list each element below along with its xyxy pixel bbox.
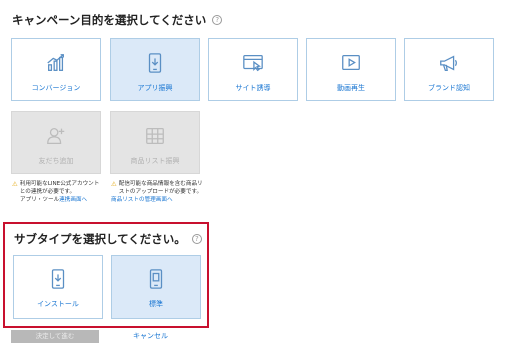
friend-add-notice: ⚠ 利用可能なLINE公式アカウントとの連携が必要です。 アプリ・ツール連携画面… <box>12 180 104 204</box>
notice-text-2: アプリ・ツール <box>20 196 60 203</box>
install-icon <box>51 269 65 289</box>
objective-card-app-promotion[interactable]: アプリ振興 <box>110 38 200 101</box>
help-icon[interactable]: ? <box>212 15 223 25</box>
objective-label: 友だち追加 <box>38 157 74 165</box>
help-icon[interactable]: ? <box>191 234 202 244</box>
objective-label: 商品リスト振興 <box>130 157 180 165</box>
megaphone-icon <box>440 55 457 71</box>
browser-cursor-icon <box>243 55 263 72</box>
cancel-button[interactable]: キャンセル <box>133 330 168 343</box>
objective-card-product-list: 商品リスト振興 <box>110 111 200 174</box>
add-friend-icon <box>47 128 65 144</box>
subtype-card-standard[interactable]: 標準 <box>111 255 201 319</box>
subtype-title-text: サブタイプを選択してください。 <box>14 232 186 246</box>
mobile-app-icon <box>148 53 162 73</box>
app-standard-icon <box>149 269 163 289</box>
subtype-label: インストール <box>37 300 79 308</box>
submit-button[interactable]: 決定して進む <box>11 330 99 343</box>
objective-label: ブランド認知 <box>428 84 470 92</box>
objective-card-site-traffic[interactable]: サイト誘導 <box>208 38 298 101</box>
notice-text: 配信可能な商品情報を含む商品リストのアップロードが必要です。 <box>118 181 203 195</box>
subtype-label: 標準 <box>149 300 163 308</box>
play-icon <box>342 55 360 71</box>
warning-icon: ⚠ <box>111 180 117 188</box>
objective-label: アプリ振興 <box>137 84 173 92</box>
objective-label: サイト誘導 <box>235 84 271 92</box>
notice-text: 利用可能なLINE公式アカウントとの連携が必要です。 <box>19 181 100 195</box>
connection-screen-link[interactable]: 連携画面へ <box>59 197 87 203</box>
campaign-objective-title-text: キャンペーン目的を選択してください <box>12 13 207 27</box>
objective-label: コンバージョン <box>31 84 81 92</box>
bar-chart-icon <box>47 54 64 71</box>
objective-card-friend-add: 友だち追加 <box>11 111 101 174</box>
subtype-card-install[interactable]: インストール <box>13 255 103 319</box>
objective-label: 動画再生 <box>337 84 365 92</box>
objective-card-video-views[interactable]: 動画再生 <box>306 38 396 101</box>
objective-card-brand-awareness[interactable]: ブランド認知 <box>404 38 494 101</box>
product-list-notice: ⚠ 配信可能な商品情報を含む商品リストのアップロードが必要です。 商品リストの管… <box>111 180 203 204</box>
subtype-title: サブタイプを選択してください。 ? <box>14 231 202 247</box>
campaign-objective-title: キャンペーン目的を選択してください ? <box>12 12 223 28</box>
warning-icon: ⚠ <box>12 180 18 188</box>
objective-card-conversion[interactable]: コンバージョン <box>11 38 101 101</box>
product-list-management-link[interactable]: 商品リストの管理画面へ <box>111 197 173 203</box>
product-list-icon <box>146 128 164 144</box>
